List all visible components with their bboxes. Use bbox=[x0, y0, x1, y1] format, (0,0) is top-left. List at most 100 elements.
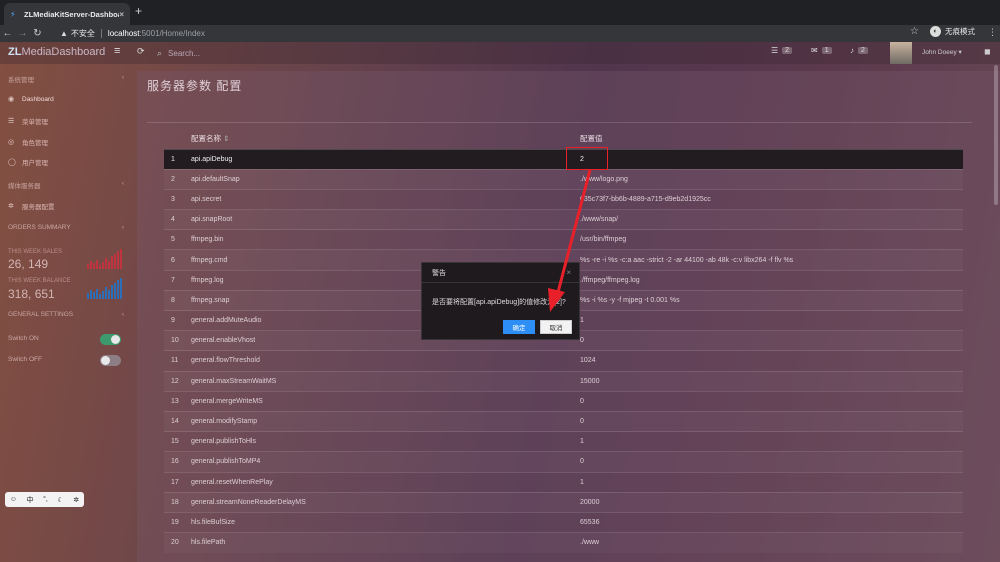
config-name-cell: ffmpeg.bin bbox=[191, 229, 580, 250]
search-box[interactable]: ⌕ Search... bbox=[157, 45, 267, 61]
title-divider bbox=[147, 122, 972, 123]
config-value-cell[interactable]: %s -i %s -y -f mjpeg -t 0.001 %s bbox=[580, 289, 963, 311]
table-row[interactable]: 17 general.resetWhenRePlay 1 bbox=[164, 471, 963, 493]
lang-toggle[interactable]: 中 bbox=[27, 495, 34, 505]
messages-button[interactable]: ✉ 1 bbox=[811, 46, 832, 55]
sidebar-item-role-manage[interactable]: ◎ 角色管理 bbox=[8, 137, 48, 147]
config-value-cell[interactable]: ./www bbox=[580, 532, 963, 553]
config-value-cell[interactable]: 15000 bbox=[580, 370, 963, 392]
config-name-cell: api.apiDebug bbox=[191, 148, 580, 170]
confirm-ok-button[interactable]: 确定 bbox=[503, 320, 535, 334]
table-row[interactable]: 13 general.mergeWriteMS 0 bbox=[164, 390, 963, 412]
config-value-cell[interactable]: ./www/snap/ bbox=[580, 209, 963, 230]
browser-tab[interactable]: ⚡ ZLMediaKitServer-Dashboard × bbox=[4, 3, 130, 25]
sidebar-section-orders[interactable]: ORDERS SUMMARY ‹ bbox=[8, 224, 124, 231]
sidebar-section-general[interactable]: GENERAL SETTINGS ‹ bbox=[8, 311, 124, 318]
dialog-close-icon[interactable]: × bbox=[566, 268, 571, 277]
config-value-cell[interactable]: 1024 bbox=[580, 350, 963, 372]
row-index: 18 bbox=[164, 491, 191, 513]
sidebar-section-system[interactable]: 系统管理 ‹ bbox=[8, 74, 124, 84]
bookmark-star-icon[interactable]: ☆ bbox=[910, 26, 919, 37]
table-row[interactable]: 12 general.maxStreamWaitMS 15000 bbox=[164, 370, 963, 392]
switch-off-toggle[interactable] bbox=[100, 355, 121, 366]
sidebar-item-label: Dashboard bbox=[22, 95, 54, 103]
config-name-header[interactable]: 配置名称 ⇕ bbox=[191, 129, 580, 150]
page-scrollbar[interactable] bbox=[994, 65, 998, 205]
config-value-cell[interactable]: 2 bbox=[580, 148, 963, 170]
user-name[interactable]: John Doeey ▾ bbox=[922, 48, 962, 56]
sidebar-item-dashboard[interactable]: ◉ Dashboard bbox=[8, 95, 54, 104]
config-name-cell: general.flowThreshold bbox=[191, 350, 580, 372]
search-input[interactable]: Search... bbox=[168, 49, 200, 58]
sidebar-item-label: 菜单管理 bbox=[22, 119, 48, 126]
config-value-cell[interactable]: ./www/logo.png bbox=[580, 168, 963, 190]
tab-close-icon[interactable]: × bbox=[119, 10, 124, 19]
sort-icon[interactable]: ⇕ bbox=[223, 134, 229, 143]
table-row[interactable]: 4 api.snapRoot ./www/snap/ bbox=[164, 209, 963, 230]
config-value-cell[interactable]: 0 bbox=[580, 390, 963, 412]
table-row[interactable]: 1 api.apiDebug 2 bbox=[164, 148, 963, 170]
table-row[interactable]: 11 general.flowThreshold 1024 bbox=[164, 350, 963, 372]
incognito-indicator[interactable]: ◐ 无痕模式 bbox=[930, 26, 975, 37]
table-row[interactable]: 14 general.modifyStamp 0 bbox=[164, 410, 963, 432]
table-row[interactable]: 20 hls.filePath ./www bbox=[164, 532, 963, 553]
config-name-cell: general.resetWhenRePlay bbox=[191, 471, 580, 493]
table-row[interactable]: 3 api.secret 035c73f7-bb6b-4889-a715-d9eb2… bbox=[164, 188, 963, 210]
hamburger-menu-icon[interactable]: ≡ bbox=[114, 45, 120, 57]
moon-icon[interactable]: ☾ bbox=[57, 496, 63, 504]
config-name-cell: hls.fileBufSize bbox=[191, 511, 580, 533]
row-index: 1 bbox=[164, 148, 191, 170]
config-value-cell[interactable]: 1 bbox=[580, 431, 963, 452]
config-value-cell[interactable]: 65536 bbox=[580, 511, 963, 533]
chevron-icon: ‹ bbox=[121, 180, 124, 187]
config-value-cell[interactable]: 035c73f7-bb6b-4889-a715-d9eb2d1925cc bbox=[580, 188, 963, 210]
config-value-cell[interactable]: 20000 bbox=[580, 491, 963, 513]
messages-count: 1 bbox=[821, 47, 832, 54]
page-title: 服务器参数 配置 bbox=[147, 79, 243, 93]
row-index: 19 bbox=[164, 511, 191, 533]
back-icon[interactable]: ← bbox=[0, 25, 15, 42]
punctuation-icon[interactable]: °, bbox=[43, 496, 48, 503]
config-name-cell: api.snapRoot bbox=[191, 209, 580, 230]
reload-icon[interactable]: ↻ bbox=[30, 25, 45, 42]
settings-gear-icon[interactable]: ✲ bbox=[73, 496, 79, 504]
dashboard-icon: ◉ bbox=[8, 96, 15, 103]
config-value-cell[interactable]: 0 bbox=[580, 410, 963, 432]
config-value-cell[interactable]: 1 bbox=[580, 309, 963, 331]
table-row[interactable]: 16 general.publishToMP4 0 bbox=[164, 451, 963, 472]
table-row[interactable]: 15 general.publishToHls 1 bbox=[164, 431, 963, 452]
chevron-icon: ‹ bbox=[121, 311, 124, 318]
browser-tabstrip: ⚡ ZLMediaKitServer-Dashboard × + bbox=[0, 0, 1000, 25]
table-row[interactable]: 19 hls.fileBufSize 65536 bbox=[164, 511, 963, 533]
table-row[interactable]: 18 general.streamNoneReaderDelayMS 20000 bbox=[164, 491, 963, 513]
address-bar[interactable]: ▲ 不安全 localhost :5001/Home/Index bbox=[60, 26, 920, 40]
avatar[interactable] bbox=[890, 42, 912, 64]
confirm-cancel-button[interactable]: 取消 bbox=[540, 320, 572, 334]
sidebar-item-label: 服务器配置 bbox=[22, 204, 55, 211]
browser-menu-icon[interactable]: ⋮ bbox=[988, 27, 997, 38]
config-value-cell[interactable]: 0 bbox=[580, 330, 963, 351]
config-value-cell[interactable]: /usr/bin/ffmpeg bbox=[580, 229, 963, 250]
table-row[interactable]: 5 ffmpeg.bin/usr/bin/ffmpeg bbox=[164, 229, 963, 250]
security-label: 不安全 bbox=[70, 28, 95, 38]
forward-icon[interactable]: → bbox=[15, 25, 30, 42]
refresh-icon[interactable]: ⟳ bbox=[137, 46, 145, 57]
sidebar-item-user-manage[interactable]: ◯ 用户管理 bbox=[8, 157, 48, 167]
config-value-cell[interactable]: %s -re -i %s -c:a aac -strict -2 -ar 441… bbox=[580, 249, 963, 271]
brand-logo[interactable]: ZLMediaDashboard bbox=[8, 46, 105, 58]
row-index: 4 bbox=[164, 209, 191, 230]
emoji-icon[interactable]: ☺ bbox=[10, 496, 17, 503]
table-row[interactable]: 2 api.defaultSnap ./www/logo.png bbox=[164, 168, 963, 190]
switch-on-toggle[interactable] bbox=[100, 334, 121, 345]
sidebar-item-server-config[interactable]: ✲ 服务器配置 bbox=[8, 201, 55, 211]
sidebar-item-menu-manage[interactable]: ☰ 菜单管理 bbox=[8, 116, 48, 126]
chat-icon[interactable]: ◼ bbox=[984, 47, 991, 56]
sidebar-section-media-server[interactable]: 媒体服务器 ‹ bbox=[8, 180, 124, 190]
new-tab-icon[interactable]: + bbox=[135, 4, 142, 18]
config-value-cell[interactable]: 0 bbox=[580, 451, 963, 472]
tasks-button[interactable]: ☰ 2 bbox=[771, 46, 793, 55]
config-value-cell[interactable]: ./ffmpeg/ffmpeg.log bbox=[580, 269, 963, 291]
config-name-cell: general.publishToMP4 bbox=[191, 451, 580, 472]
config-value-cell[interactable]: 1 bbox=[580, 471, 963, 493]
notifications-button[interactable]: ♪ 2 bbox=[850, 46, 868, 55]
